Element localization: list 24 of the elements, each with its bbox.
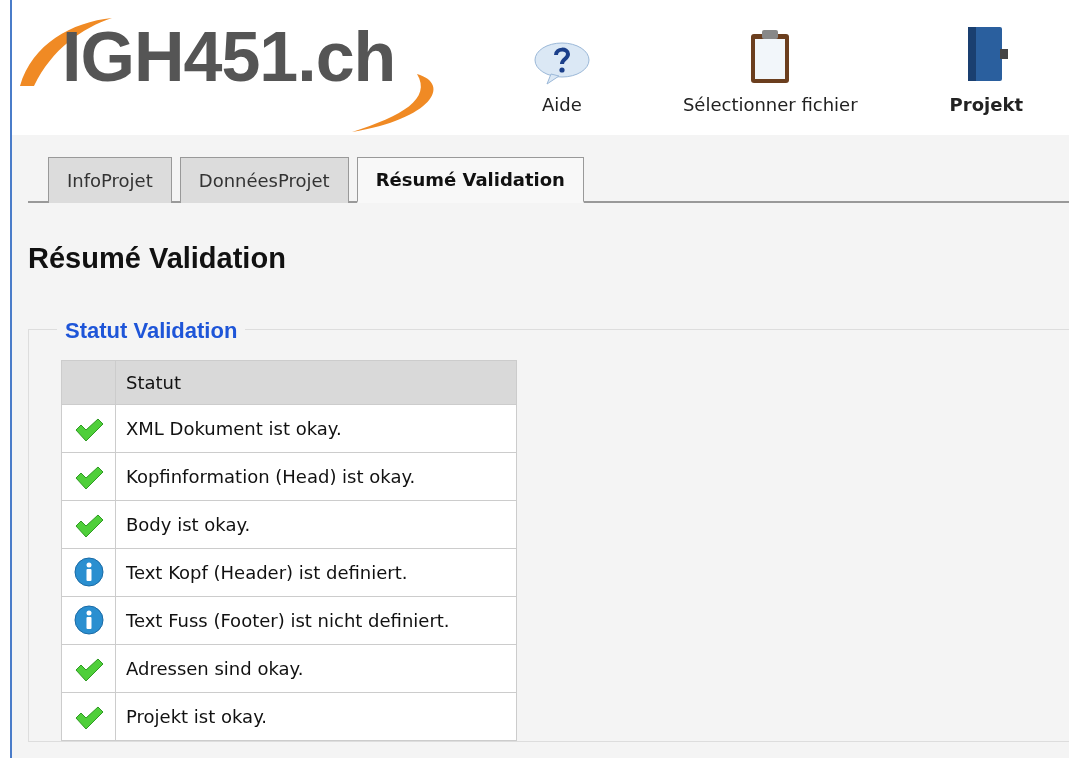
help-bubble-icon [532,41,591,85]
page-title: Résumé Validation [28,241,287,276]
check-icon [73,465,104,490]
info-icon [73,557,104,587]
column-header: Statut [115,360,517,404]
table-cell: Kopfinformation (Head) ist okay. [115,452,517,500]
check-icon [73,417,104,442]
info-icon [73,605,104,635]
table-cell: Text Fuss (Footer) ist nicht definiert. [115,596,517,644]
check-icon [73,513,104,538]
toolbar-button[interactable]: Sélectionner fichier [636,29,904,118]
toolbar-button[interactable]: Projekt [903,25,1069,118]
table-cell: XML Dokument ist okay. [115,404,517,452]
tab[interactable]: InfoProjet [48,157,172,203]
tab[interactable]: DonnéesProjet [179,157,349,203]
check-icon [73,705,104,730]
table-cell: Text Kopf (Header) ist definiert. [115,548,517,596]
logo-text: IGH451.ch [62,22,396,92]
table-cell: Adressen sind okay. [115,644,517,692]
table-cell: Body ist okay. [115,500,517,548]
tab[interactable]: Résumé Validation [356,157,584,203]
toolbar-button[interactable]: Aide [486,41,637,118]
table-cell: Projekt ist okay. [115,692,517,740]
check-icon [73,657,104,682]
